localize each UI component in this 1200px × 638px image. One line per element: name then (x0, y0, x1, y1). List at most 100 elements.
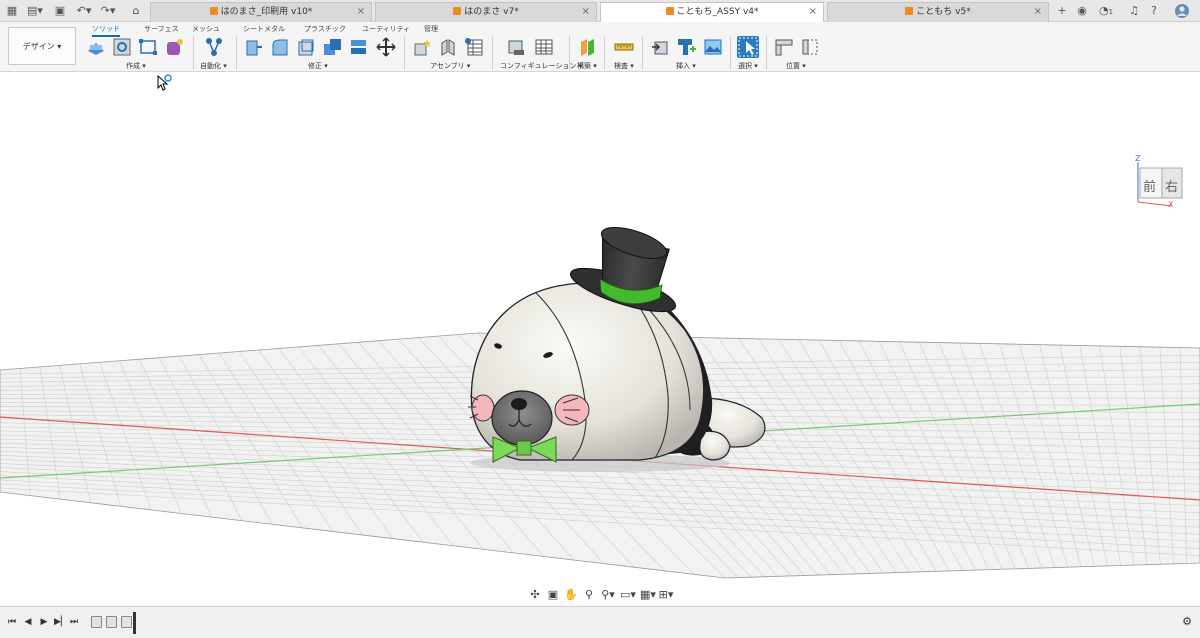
timeline: ⏮ ◀ ▶ ▶▏ ⏭ ⚙ (0, 606, 1200, 638)
tab-mesh[interactable]: メッシュ (192, 24, 220, 34)
fusion-app-window: ▦ ▤▾ ▣ ↶▾ ↷▾ ⌂ はのまさ_印刷用 v10* × はのまさ v7* … (0, 0, 1200, 638)
viewports-icon[interactable]: ⊞▾ (657, 587, 675, 603)
title-bar: ▦ ▤▾ ▣ ↶▾ ↷▾ ⌂ はのまさ_印刷用 v10* × はのまさ v7* … (0, 0, 1200, 22)
job-status-icon[interactable]: ◔1 (1096, 3, 1116, 19)
timeline-feature-2[interactable] (106, 616, 117, 628)
app-grid-icon[interactable]: ▦ (4, 3, 20, 19)
insert-mesh-icon[interactable] (676, 37, 696, 57)
form-icon[interactable] (164, 37, 184, 57)
look-at-icon[interactable]: ▣ (545, 587, 561, 603)
zoom-icon[interactable]: ⚲ (581, 587, 597, 603)
toolbar-divider (766, 36, 767, 70)
timeline-settings-gear-icon[interactable]: ⚙ (1181, 616, 1193, 628)
avatar[interactable] (1174, 3, 1190, 19)
close-tab-icon[interactable]: × (809, 3, 817, 21)
display-settings-icon[interactable]: ▭▾ (619, 587, 637, 603)
group-automate[interactable]: 自動化 ▾ (200, 61, 227, 71)
group-assemble[interactable]: アセンブリ ▾ (430, 61, 470, 71)
3d-viewport[interactable]: Z 前 右 X (0, 72, 1200, 606)
extensions-icon[interactable]: ◉ (1074, 3, 1090, 19)
timeline-marker[interactable] (133, 612, 136, 634)
group-position[interactable]: 位置 ▾ (786, 61, 806, 71)
timeline-play-icon[interactable]: ▶ (38, 616, 50, 628)
tab-solid[interactable]: ソリッド (92, 24, 120, 37)
new-component-star-icon[interactable] (412, 37, 432, 57)
configuration-table-icon[interactable] (534, 37, 554, 57)
bom-table-icon[interactable] (464, 37, 484, 57)
tab-sheet-metal[interactable]: シートメタル (243, 24, 285, 34)
help-icon[interactable]: ? (1146, 3, 1162, 19)
close-tab-icon[interactable]: × (1034, 3, 1042, 21)
timeline-feature-3[interactable] (121, 616, 132, 628)
press-pull-icon[interactable] (244, 37, 264, 57)
combine-icon[interactable] (322, 37, 342, 57)
orbit-icon[interactable]: ✣ (527, 587, 543, 603)
timeline-end-icon[interactable]: ⏭ (68, 616, 80, 628)
group-inspect[interactable]: 検査 ▾ (614, 61, 634, 71)
automate-icon[interactable] (204, 37, 224, 57)
new-tab-plus-icon[interactable]: + (1054, 3, 1070, 19)
save-icon[interactable]: ▣ (52, 3, 68, 19)
group-select[interactable]: 選択 ▾ (738, 61, 758, 71)
undo-icon[interactable]: ↶▾ (74, 3, 94, 19)
group-construct[interactable]: 構築 ▾ (577, 61, 597, 71)
toolbar-divider (569, 36, 570, 70)
document-tab-3-active[interactable]: こともち_ASSY v4* × (600, 2, 824, 22)
document-cube-icon (453, 7, 462, 15)
document-tab-label: こともち v5* (916, 7, 971, 17)
view-cube-right-face[interactable]: 右 (1165, 176, 1178, 195)
grid-snap-icon[interactable]: ▦▾ (639, 587, 657, 603)
toolbar-divider (642, 36, 643, 70)
user-avatar-icon (1175, 4, 1189, 18)
group-modify[interactable]: 修正 ▾ (308, 61, 328, 71)
view-cube-z-label: Z (1135, 154, 1141, 163)
group-insert[interactable]: 挿入 ▾ (676, 61, 696, 71)
document-cube-icon (905, 7, 914, 15)
close-tab-icon[interactable]: × (582, 3, 590, 21)
create-sketch-icon[interactable] (112, 37, 132, 57)
zoom-fit-icon[interactable]: ⚲▾ (599, 587, 617, 603)
capture-position-icon[interactable] (800, 37, 820, 57)
new-component-icon[interactable] (86, 37, 106, 57)
timeline-next-icon[interactable]: ▶▏ (54, 616, 68, 628)
align-icon[interactable] (774, 37, 794, 57)
insert-canvas-icon[interactable] (703, 37, 723, 57)
insert-derive-icon[interactable] (650, 37, 670, 57)
sketch-rectangle-icon[interactable] (138, 37, 158, 57)
select-arrow-icon[interactable] (737, 36, 759, 58)
document-tab-label: はのまさ v7* (464, 7, 519, 17)
measure-icon[interactable] (614, 37, 634, 57)
redo-icon[interactable]: ↷▾ (98, 3, 118, 19)
view-cube-front-face[interactable]: 前 (1143, 176, 1156, 195)
document-tab-1[interactable]: はのまさ_印刷用 v10* × (150, 2, 372, 22)
timeline-start-icon[interactable]: ⏮ (6, 616, 18, 628)
workspace-switcher[interactable]: デザイン ▾ (8, 27, 76, 65)
tab-surface[interactable]: サーフェス (144, 24, 179, 34)
move-copy-icon[interactable] (376, 37, 396, 57)
mouse-cursor-icon (156, 74, 174, 92)
shell-icon[interactable] (296, 37, 316, 57)
offset-plane-icon[interactable] (578, 37, 598, 57)
model-scene[interactable] (0, 72, 1200, 606)
tab-manage[interactable]: 管理 (424, 24, 438, 34)
pan-hand-icon[interactable]: ✋ (563, 587, 579, 603)
toolbar-divider (236, 36, 237, 70)
joint-icon[interactable] (438, 37, 458, 57)
file-menu-icon[interactable]: ▤▾ (24, 3, 46, 19)
bell-icon[interactable]: ♫ (1126, 3, 1142, 19)
view-cube[interactable]: Z 前 右 X (1134, 154, 1184, 209)
home-icon[interactable]: ⌂ (128, 3, 144, 19)
timeline-prev-icon[interactable]: ◀ (22, 616, 34, 628)
timeline-feature-1[interactable] (91, 616, 102, 628)
fillet-icon[interactable] (270, 37, 290, 57)
tab-utility[interactable]: ユーティリティ (362, 24, 410, 34)
group-create[interactable]: 作成 ▾ (126, 61, 146, 71)
toolbar-divider (492, 36, 493, 70)
document-tab-4[interactable]: こともち v5* × (827, 2, 1049, 22)
split-body-icon[interactable] (348, 37, 368, 57)
document-tab-2[interactable]: はのまさ v7* × (375, 2, 597, 22)
tab-plastic[interactable]: プラスチック (304, 24, 346, 34)
configure-icon[interactable] (506, 37, 526, 57)
toolbar-divider (193, 36, 194, 70)
close-tab-icon[interactable]: × (357, 3, 365, 21)
